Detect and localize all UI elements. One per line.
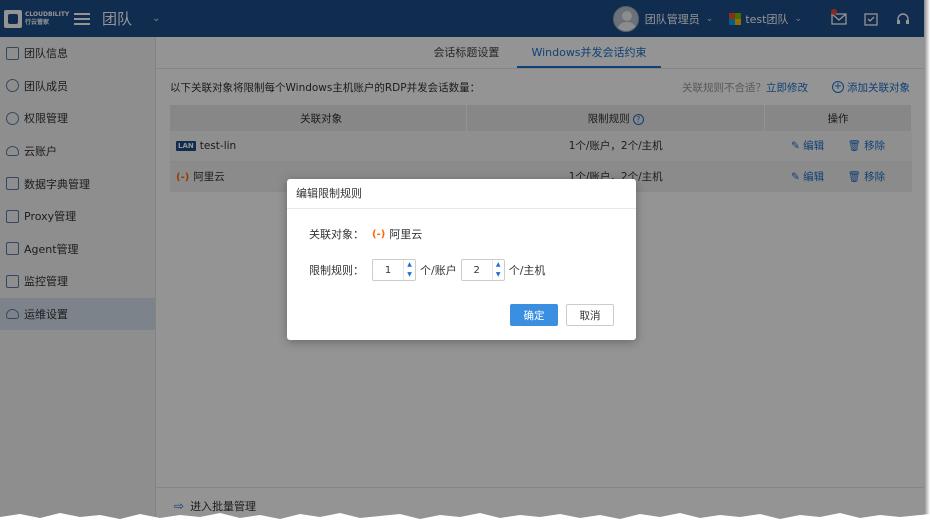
object-row: 关联对象： (-) 阿里云 bbox=[309, 221, 636, 247]
increment-icon[interactable]: ▲ bbox=[493, 260, 504, 270]
aliyun-icon: (-) bbox=[372, 228, 386, 240]
host-unit: 个/主机 bbox=[508, 264, 546, 277]
decrement-icon[interactable]: ▼ bbox=[493, 270, 504, 280]
decrement-icon[interactable]: ▼ bbox=[404, 270, 415, 280]
rule-row: 限制规则： ▲ ▼ 个/账户 ▲ ▼ 个/主机 bbox=[309, 257, 636, 283]
page-edge-shadow bbox=[924, 0, 930, 523]
object-label: 关联对象： bbox=[309, 228, 364, 241]
object-name: 阿里云 bbox=[389, 228, 423, 241]
torn-edge bbox=[0, 513, 930, 523]
host-limit-stepper[interactable]: ▲ ▼ bbox=[460, 259, 505, 281]
dialog-title: 编辑限制规则 bbox=[287, 179, 636, 209]
increment-icon[interactable]: ▲ bbox=[404, 260, 415, 270]
account-unit: 个/账户 bbox=[420, 264, 457, 277]
confirm-button[interactable]: 确定 bbox=[510, 304, 558, 326]
rule-label: 限制规则： bbox=[309, 264, 364, 277]
host-limit-input[interactable] bbox=[461, 260, 492, 280]
edit-rule-dialog: 编辑限制规则 关联对象： (-) 阿里云 限制规则： ▲ ▼ 个/账户 ▲ ▼ bbox=[287, 179, 636, 340]
account-limit-input[interactable] bbox=[373, 260, 403, 280]
cancel-button[interactable]: 取消 bbox=[566, 304, 614, 326]
account-limit-stepper[interactable]: ▲ ▼ bbox=[372, 259, 416, 281]
